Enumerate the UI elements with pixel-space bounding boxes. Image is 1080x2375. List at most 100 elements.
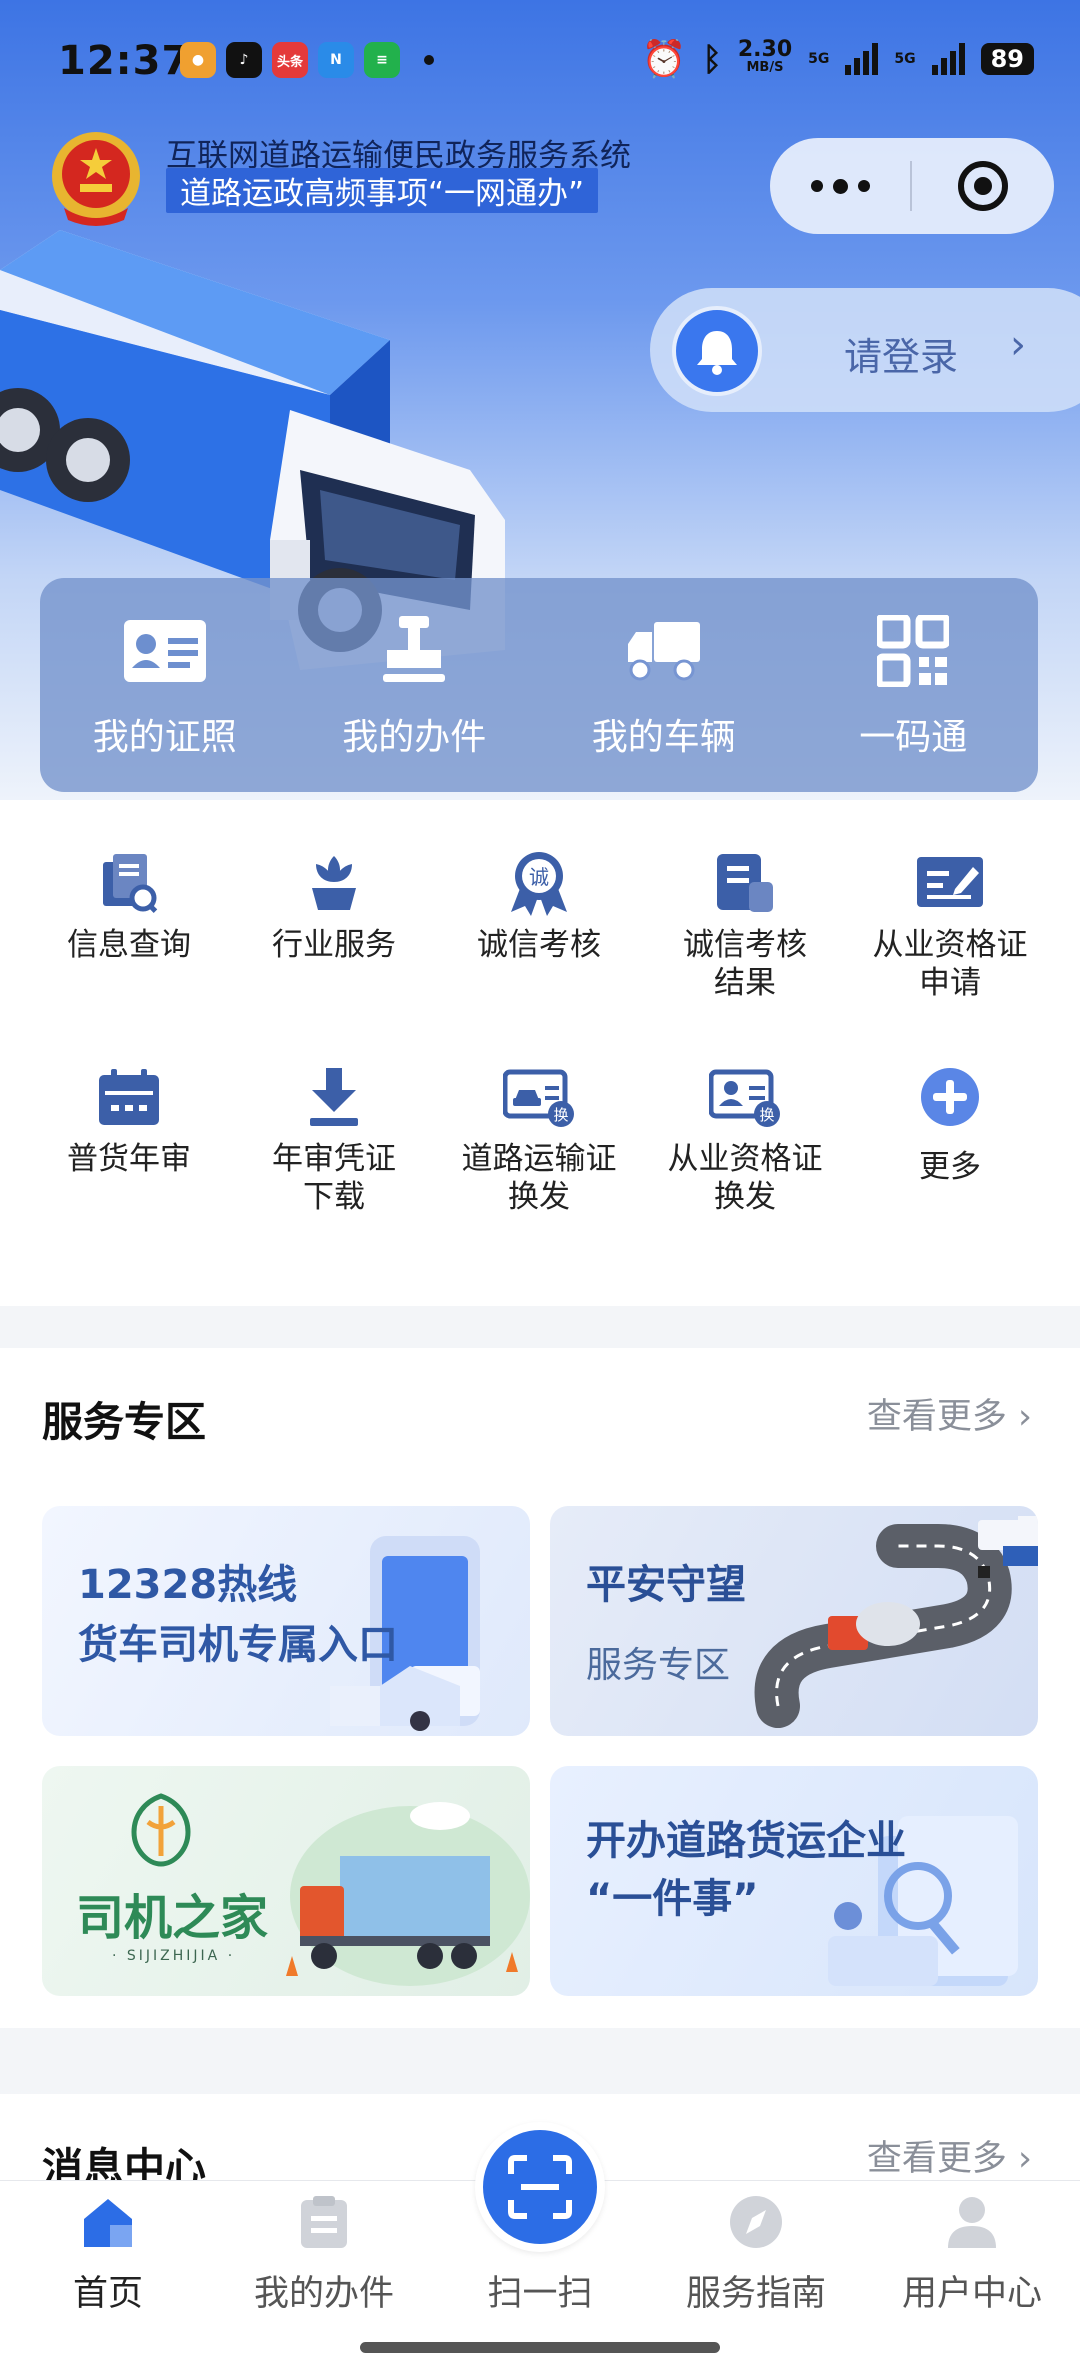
- login-button[interactable]: 请登录 ›: [650, 288, 1080, 412]
- more-notifications-icon: [424, 55, 434, 65]
- card-subtitle: 货车司机专属入口: [78, 1622, 398, 1668]
- card-freight-company[interactable]: 开办道路货运企业 “一件事”: [550, 1766, 1038, 1996]
- tab-service-guide[interactable]: 服务指南: [648, 2181, 864, 2316]
- service-label: 行业服务: [272, 927, 396, 963]
- section-title: 服务专区: [42, 1398, 206, 1446]
- toutiao-app-icon: 头条: [272, 42, 308, 78]
- dot-icon: [810, 180, 823, 192]
- status-time: 12:37: [58, 38, 191, 84]
- service-credit-result[interactable]: 诚信考核 结果: [642, 848, 848, 1002]
- game-app-icon: ●: [180, 42, 216, 78]
- tiktok-app-icon: ♪: [226, 42, 262, 78]
- card-title: 平安守望: [586, 1562, 746, 1608]
- view-more-label: 查看更多: [866, 1397, 1007, 1437]
- service-more[interactable]: 更多: [847, 1062, 1053, 1186]
- tab-label: 用户中心: [901, 2274, 1042, 2314]
- document-icon: [642, 848, 848, 918]
- qr-code-icon: [877, 614, 950, 688]
- service-zone-section: 服务专区 查看更多 › 12328热线 货车司机专属入口 平安守望 服务专区 司…: [0, 1348, 1080, 2028]
- service-label: 年审凭证 下载: [272, 1141, 396, 1215]
- login-label: 请登录: [844, 335, 959, 379]
- tab-label: 我的办件: [253, 2274, 394, 2314]
- renew-badge-char: 换: [553, 1106, 568, 1124]
- quick-action-my-licenses[interactable]: 我的证照: [40, 578, 290, 792]
- quick-action-label: 我的证照: [92, 717, 237, 758]
- service-label: 信息查询: [67, 927, 191, 963]
- quick-action-label: 一码通: [859, 717, 968, 758]
- close-miniprogram-button[interactable]: [912, 161, 1054, 211]
- quick-actions-panel: 我的证照 我的办件 我的车辆 一码通: [40, 578, 1038, 792]
- service-annual-review[interactable]: 普货年审: [26, 1062, 232, 1178]
- network-type-2: 5G: [894, 51, 916, 67]
- calendar-icon: [26, 1062, 232, 1132]
- flower-icon: [231, 848, 437, 918]
- network-speed: 2.30 MB/S: [738, 39, 792, 77]
- tab-user-center[interactable]: 用户中心: [864, 2181, 1080, 2316]
- home-icon: [0, 2189, 216, 2255]
- status-app-icons: ● ♪ 头条 N ≡: [180, 42, 434, 78]
- id-card-icon: [122, 614, 208, 688]
- signal-icon-2: [931, 43, 965, 75]
- alarm-icon: ⏰: [641, 39, 687, 80]
- service-qualification-renew[interactable]: 换 从业资格证 换发: [642, 1062, 848, 1216]
- system-subtitle: 道路运政高频事项“一网通办”: [166, 168, 599, 213]
- scan-button[interactable]: [475, 2122, 605, 2252]
- view-more-link[interactable]: 查看更多 ›: [867, 2130, 1032, 2181]
- services-grid: 信息查询 行业服务 诚 诚信考核 诚信考核 结果 从业资格证 申请 普货年审 年…: [0, 800, 1080, 1306]
- quick-action-my-vehicles[interactable]: 我的车辆: [539, 578, 789, 792]
- view-more-link[interactable]: 查看更多 ›: [867, 1388, 1032, 1439]
- signal-icon: [845, 43, 879, 75]
- chevron-right-icon: ›: [1018, 2139, 1032, 2179]
- worker-license-icon: 换: [642, 1062, 848, 1132]
- service-credit-assessment[interactable]: 诚 诚信考核: [436, 848, 642, 964]
- bluetooth-icon: ᛒ: [702, 40, 722, 78]
- card-title: 12328热线: [78, 1562, 298, 1608]
- service-label: 诚信考核: [477, 927, 601, 963]
- service-transport-license-renew[interactable]: 换 道路运输证 换发: [436, 1062, 642, 1216]
- card-title: 司机之家: [76, 1890, 269, 1946]
- tab-label: 首页: [72, 2274, 143, 2314]
- tab-label: 服务指南: [685, 2274, 826, 2314]
- vehicle-license-icon: 换: [436, 1062, 642, 1132]
- service-info-query[interactable]: 信息查询: [26, 848, 232, 964]
- service-label: 道路运输证 换发: [461, 1141, 617, 1215]
- home-indicator[interactable]: [360, 2342, 720, 2353]
- tab-label: 扫一扫: [487, 2274, 593, 2314]
- more-options-button[interactable]: [770, 138, 910, 234]
- card-driver-home[interactable]: 司机之家 · SIJIZHIJIA ·: [42, 1766, 530, 1996]
- quick-action-label: 我的车辆: [591, 717, 736, 758]
- service-label: 诚信考核 结果: [683, 927, 807, 1001]
- dot-icon: [832, 178, 848, 194]
- status-bar: 12:37 ● ♪ 头条 N ≡ ⏰ ᛒ 2.30 MB/S 5G 5G 89: [0, 0, 1080, 120]
- service-label: 更多: [919, 1149, 981, 1185]
- scan-icon: [508, 2155, 572, 2219]
- service-industry[interactable]: 行业服务: [231, 848, 437, 964]
- card-subtitle: · SIJIZHIJIA ·: [112, 1948, 236, 1964]
- target-icon: [958, 161, 1008, 211]
- dot-icon: [857, 180, 870, 192]
- quick-action-one-code[interactable]: 一码通: [789, 578, 1039, 792]
- service-certificate-download[interactable]: 年审凭证 下载: [231, 1062, 437, 1216]
- card-subtitle: “一件事”: [586, 1876, 759, 1922]
- truck-icon: [624, 614, 704, 688]
- user-icon: [864, 2189, 1080, 2255]
- card-12328-hotline[interactable]: 12328热线 货车司机专属入口: [42, 1506, 530, 1736]
- tab-home[interactable]: 首页: [0, 2181, 216, 2316]
- credit-badge-char: 诚: [529, 865, 549, 889]
- card-safety-watch[interactable]: 平安守望 服务专区: [550, 1506, 1038, 1736]
- credit-badge-icon: 诚: [436, 848, 642, 918]
- certificate-edit-icon: [847, 848, 1053, 918]
- service-label: 普货年审: [67, 1141, 191, 1177]
- download-icon: [231, 1062, 437, 1132]
- status-indicators: ⏰ ᛒ 2.30 MB/S 5G 5G 89: [642, 38, 1034, 80]
- quick-action-my-applications[interactable]: 我的办件: [290, 578, 540, 792]
- service-label: 从业资格证 换发: [667, 1141, 823, 1215]
- miniprogram-capsule: [770, 138, 1054, 234]
- stamp-icon: [377, 614, 451, 688]
- service-label: 从业资格证 申请: [872, 927, 1028, 1001]
- bell-icon: [672, 306, 762, 396]
- tab-my-applications[interactable]: 我的办件: [216, 2181, 432, 2316]
- battery-level: 89: [980, 43, 1034, 75]
- service-qualification-apply[interactable]: 从业资格证 申请: [847, 848, 1053, 1002]
- n-app-icon: N: [318, 42, 354, 78]
